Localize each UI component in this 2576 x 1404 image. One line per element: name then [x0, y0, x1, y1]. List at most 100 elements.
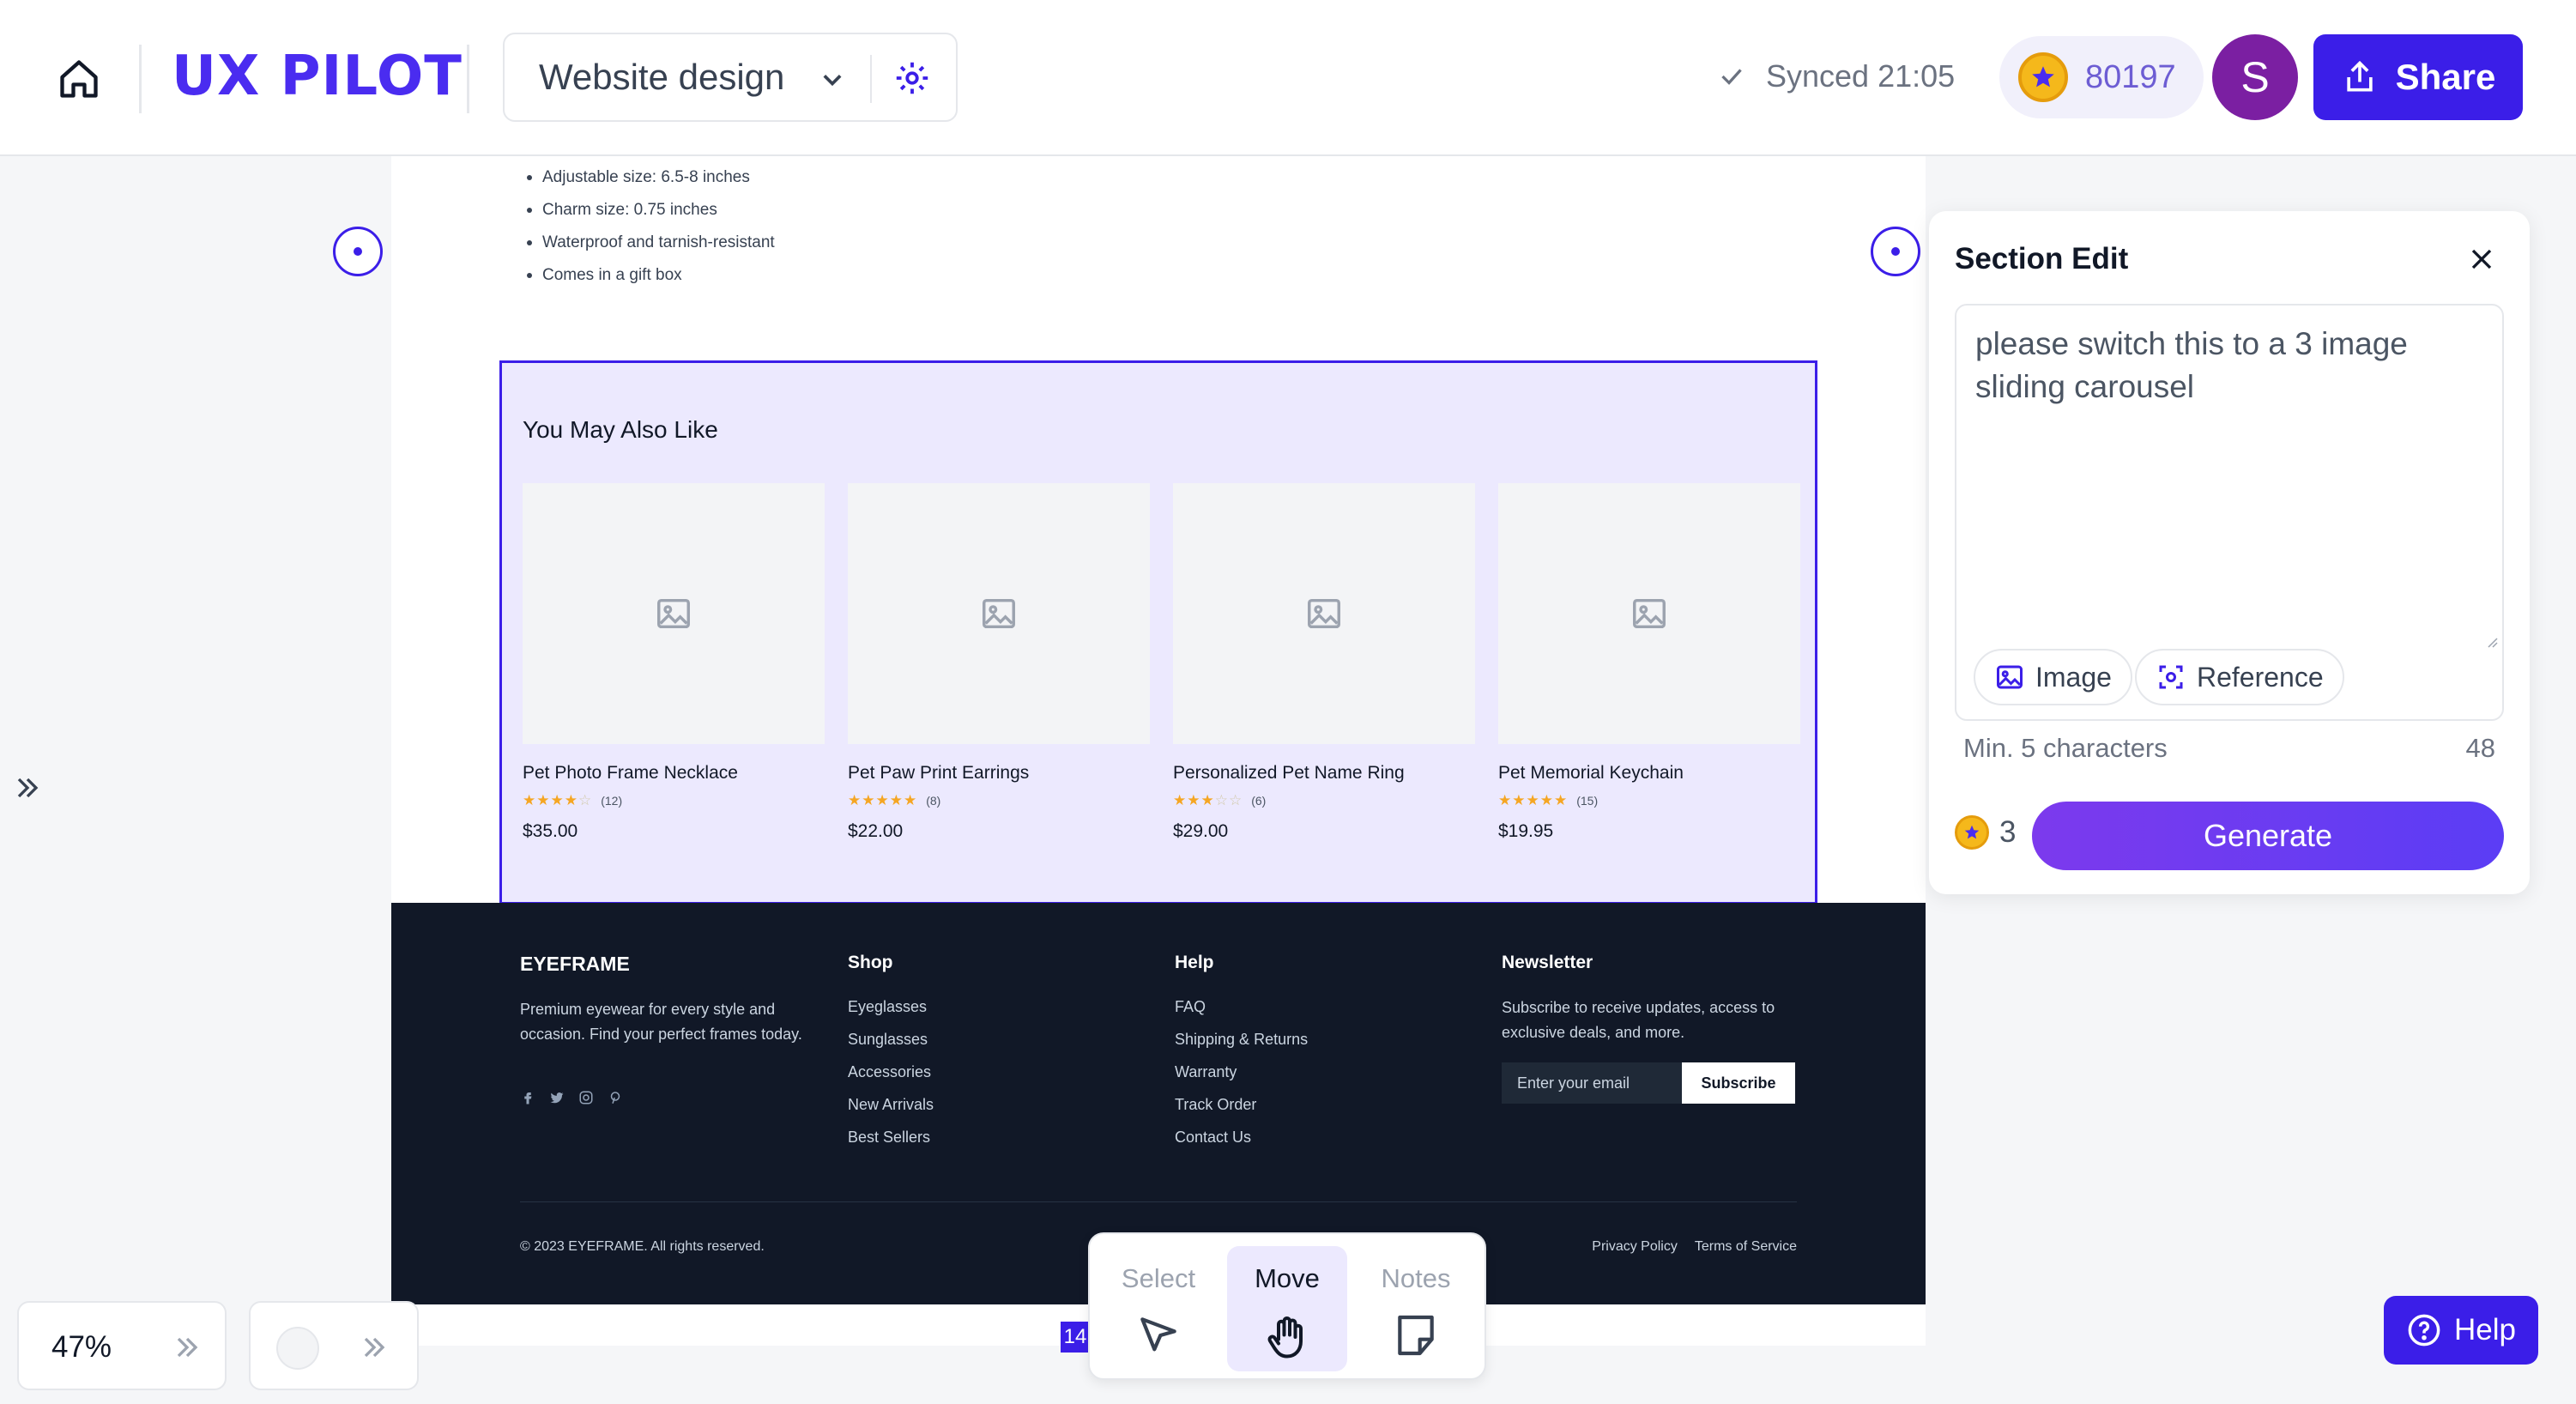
footer-link[interactable]: New Arrivals	[848, 1093, 934, 1126]
generate-button[interactable]: Generate	[2032, 802, 2504, 870]
product-feature-list: Adjustable size: 6.5-8 inches Charm size…	[525, 161, 775, 292]
home-icon	[60, 60, 98, 98]
image-icon	[1633, 598, 1666, 629]
product-price: $19.95	[1498, 821, 1554, 841]
divider	[139, 45, 142, 113]
share-button[interactable]: Share	[2313, 34, 2523, 120]
section-anchor-handle[interactable]	[1871, 227, 1920, 276]
pinterest-icon[interactable]	[608, 1090, 623, 1110]
zoom-level: 47%	[51, 1330, 112, 1364]
select-tool[interactable]: Select	[1098, 1246, 1218, 1371]
check-icon	[1721, 69, 1742, 85]
product-price: $22.00	[848, 821, 904, 841]
character-count: 48	[2465, 733, 2495, 763]
facebook-icon[interactable]	[520, 1090, 535, 1110]
image-placeholder	[848, 483, 1150, 744]
footer-link[interactable]: Sunglasses	[848, 1028, 934, 1061]
generation-cost: 3	[1955, 815, 2016, 850]
project-selector[interactable]: Website design	[503, 33, 958, 122]
home-button[interactable]	[48, 48, 110, 110]
color-control[interactable]	[249, 1301, 419, 1390]
footer-link[interactable]: FAQ	[1175, 996, 1308, 1028]
credits-badge[interactable]: 80197	[1999, 36, 2204, 118]
help-label: Help	[2454, 1313, 2516, 1347]
terms-link[interactable]: Terms of Service	[1695, 1239, 1797, 1255]
footer-shop-column: Shop Eyeglasses Sunglasses Accessories N…	[848, 953, 934, 1159]
double-chevron-right-icon	[17, 778, 39, 798]
panel-title: Section Edit	[1955, 242, 2129, 275]
tool-palette: Select Move Notes	[1088, 1232, 1486, 1380]
instagram-icon[interactable]	[578, 1090, 594, 1110]
close-button[interactable]	[2464, 242, 2499, 281]
star-rating-icon: ★★★★☆	[523, 792, 593, 808]
double-chevron-right-icon[interactable]	[357, 1330, 391, 1365]
privacy-link[interactable]: Privacy Policy	[1592, 1239, 1678, 1255]
review-count: (15)	[1576, 794, 1599, 808]
footer-description: Premium eyewear for every style and occa…	[520, 1001, 802, 1043]
review-count: (12)	[601, 794, 623, 808]
product-price: $29.00	[1173, 821, 1229, 841]
note-icon	[1398, 1315, 1434, 1356]
product-card[interactable]: Pet Photo Frame Necklace ★★★★☆ (12) $35.…	[523, 483, 825, 842]
star-rating-icon: ★★★☆☆	[1173, 792, 1243, 808]
product-name: Pet Paw Print Earrings	[848, 763, 1030, 783]
footer-link[interactable]: Contact Us	[1175, 1126, 1308, 1159]
newsletter-form: Enter your email Subscribe	[1502, 1062, 1811, 1104]
chip-label: Image	[2035, 661, 2112, 693]
zoom-control[interactable]: 47%	[17, 1301, 227, 1390]
image-placeholder	[1498, 483, 1800, 744]
footer-link[interactable]: Warranty	[1175, 1061, 1308, 1093]
gear-icon[interactable]	[892, 58, 932, 98]
add-reference-button[interactable]: Reference	[2135, 649, 2344, 705]
footer-help-column: Help FAQ Shipping & Returns Warranty Tra…	[1175, 953, 1308, 1159]
footer-link[interactable]: Accessories	[848, 1061, 934, 1093]
product-name: Pet Photo Frame Necklace	[523, 763, 738, 783]
coin-icon	[1955, 815, 1989, 850]
double-chevron-right-icon[interactable]	[170, 1330, 204, 1365]
section-anchor-handle[interactable]	[333, 227, 383, 276]
column-title: Help	[1175, 953, 1214, 972]
rating: ★★★★☆ (12)	[523, 792, 825, 809]
close-icon	[2471, 249, 2492, 269]
tool-label: Notes	[1381, 1263, 1451, 1293]
footer-link[interactable]: Best Sellers	[848, 1126, 934, 1159]
footer-link[interactable]: Eyeglasses	[848, 996, 934, 1028]
footer-link[interactable]: Track Order	[1175, 1093, 1308, 1126]
email-input[interactable]: Enter your email	[1502, 1062, 1682, 1104]
prompt-textarea[interactable]: please switch this to a 3 image sliding …	[1955, 304, 2504, 721]
cost-value: 3	[1999, 815, 2017, 849]
selected-section-you-may-also-like[interactable]: You May Also Like Pet Photo Frame Neckla…	[499, 360, 1817, 905]
reference-scan-icon	[2159, 665, 2183, 689]
question-circle-icon	[2408, 1314, 2440, 1347]
column-title: Newsletter	[1502, 953, 1593, 972]
legal-links: Privacy Policy Terms of Service	[1592, 1239, 1797, 1255]
product-card[interactable]: Pet Paw Print Earrings ★★★★★ (8) $22.00	[848, 483, 1150, 842]
section-edit-panel: Section Edit please switch this to a 3 i…	[1929, 211, 2530, 894]
footer-link[interactable]: Shipping & Returns	[1175, 1028, 1308, 1061]
image-placeholder	[523, 483, 825, 744]
color-swatch[interactable]	[276, 1327, 319, 1370]
product-card[interactable]: Pet Memorial Keychain ★★★★★ (15) $19.95	[1498, 483, 1800, 842]
notes-tool[interactable]: Notes	[1356, 1246, 1476, 1371]
image-icon	[1997, 665, 2023, 689]
list-item: Comes in a gift box	[525, 259, 775, 292]
resize-handle-icon[interactable]	[2482, 632, 2499, 649]
move-tool[interactable]: Move	[1227, 1246, 1347, 1371]
add-image-button[interactable]: Image	[1974, 649, 2132, 705]
sync-status: Synced 21:05	[1716, 58, 1955, 94]
column-title: Shop	[848, 953, 893, 972]
cursor-arrow-icon	[1140, 1317, 1176, 1352]
subscribe-button[interactable]: Subscribe	[1682, 1062, 1795, 1104]
coin-icon	[2018, 52, 2068, 102]
product-card[interactable]: Personalized Pet Name Ring ★★★☆☆ (6) $29…	[1173, 483, 1475, 842]
help-button[interactable]: Help	[2384, 1296, 2538, 1365]
prompt-text: please switch this to a 3 image sliding …	[1975, 326, 2408, 404]
app-logo[interactable]: UX PILOT	[172, 45, 463, 108]
design-canvas-page[interactable]: Adjustable size: 6.5-8 inches Charm size…	[391, 156, 1926, 1346]
sync-text: Synced 21:05	[1766, 58, 1956, 94]
avatar[interactable]: S	[2212, 34, 2298, 120]
twitter-icon[interactable]	[549, 1090, 565, 1110]
expand-sidebar-button[interactable]	[10, 771, 45, 809]
list-item: Waterproof and tarnish-resistant	[525, 227, 775, 259]
rating: ★★★☆☆ (6)	[1173, 792, 1475, 809]
